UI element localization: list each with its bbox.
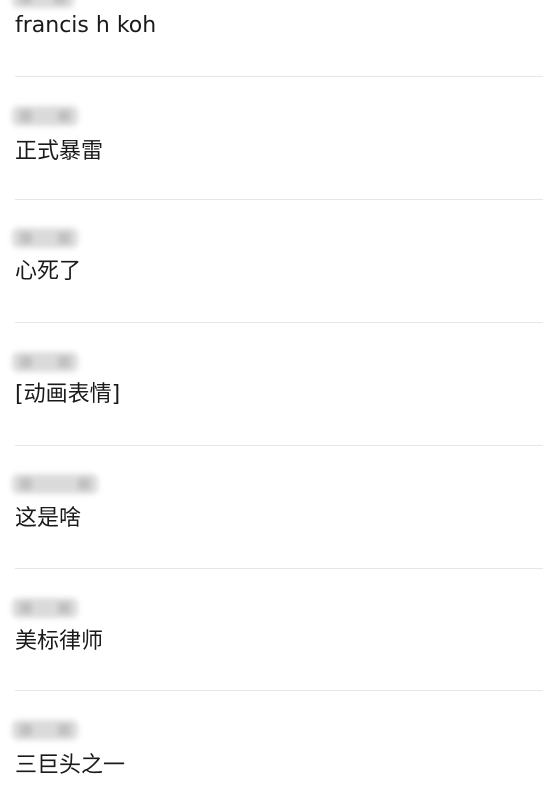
divider xyxy=(15,690,543,691)
divider xyxy=(15,568,543,569)
comment-text: 心死了 xyxy=(15,259,82,284)
comment-text: 这是啥 xyxy=(15,506,82,531)
blurred-username xyxy=(12,720,78,740)
divider xyxy=(15,445,543,446)
comment-text: 三巨头之一 xyxy=(15,753,126,778)
comment-text: [动画表情] xyxy=(15,382,121,407)
comment-text: 美标律师 xyxy=(15,629,104,654)
comment-list: francis h koh 正式暴雷 心死了 [动画表情] 这是啥 美标律师 三… xyxy=(0,0,543,800)
blurred-username xyxy=(12,598,78,618)
divider xyxy=(15,199,543,200)
comment-text: 正式暴雷 xyxy=(15,139,104,164)
blurred-username xyxy=(12,228,78,248)
divider xyxy=(15,76,543,77)
blurred-username xyxy=(12,352,78,372)
divider xyxy=(15,322,543,323)
blurred-username xyxy=(12,0,74,8)
comment-text: francis h koh xyxy=(15,13,157,38)
blurred-username xyxy=(12,474,98,494)
blurred-username xyxy=(12,106,78,126)
